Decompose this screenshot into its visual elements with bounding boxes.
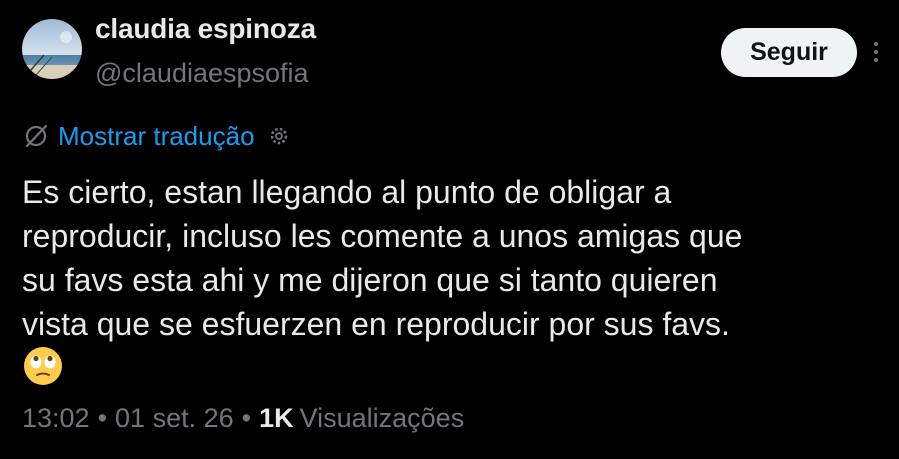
tweet-text: Es cierto, estan llegando al punto de ob… [22,174,743,342]
tweet-meta: 13:02 • 01 set. 26 • 1K Visualizações [22,403,464,434]
tweet-detail: claudia espinoza @claudiaespsofia Seguir… [0,0,899,459]
avatar[interactable] [22,19,82,79]
meta-separator: • [97,403,108,433]
tweet-time[interactable]: 13:02 [22,403,90,434]
more-vertical-icon[interactable] [866,40,886,64]
avatar-beach-photo [22,19,82,79]
author-display-name[interactable]: claudia espinoza [95,13,316,45]
views-count[interactable]: 1K [259,403,294,434]
meta-separator: • [241,403,252,433]
tweet-date[interactable]: 01 set. 26 [115,403,234,434]
translate-icon [25,124,48,148]
show-translation-link[interactable]: Mostrar tradução [58,121,255,152]
face-with-rolling-eyes-icon [24,347,62,385]
follow-button[interactable]: Seguir [721,28,857,77]
author-handle[interactable]: @claudiaespsofia [95,58,309,89]
translation-row: Mostrar tradução [22,118,289,154]
gear-icon[interactable] [269,126,289,146]
views-label[interactable]: Visualizações [300,403,465,434]
